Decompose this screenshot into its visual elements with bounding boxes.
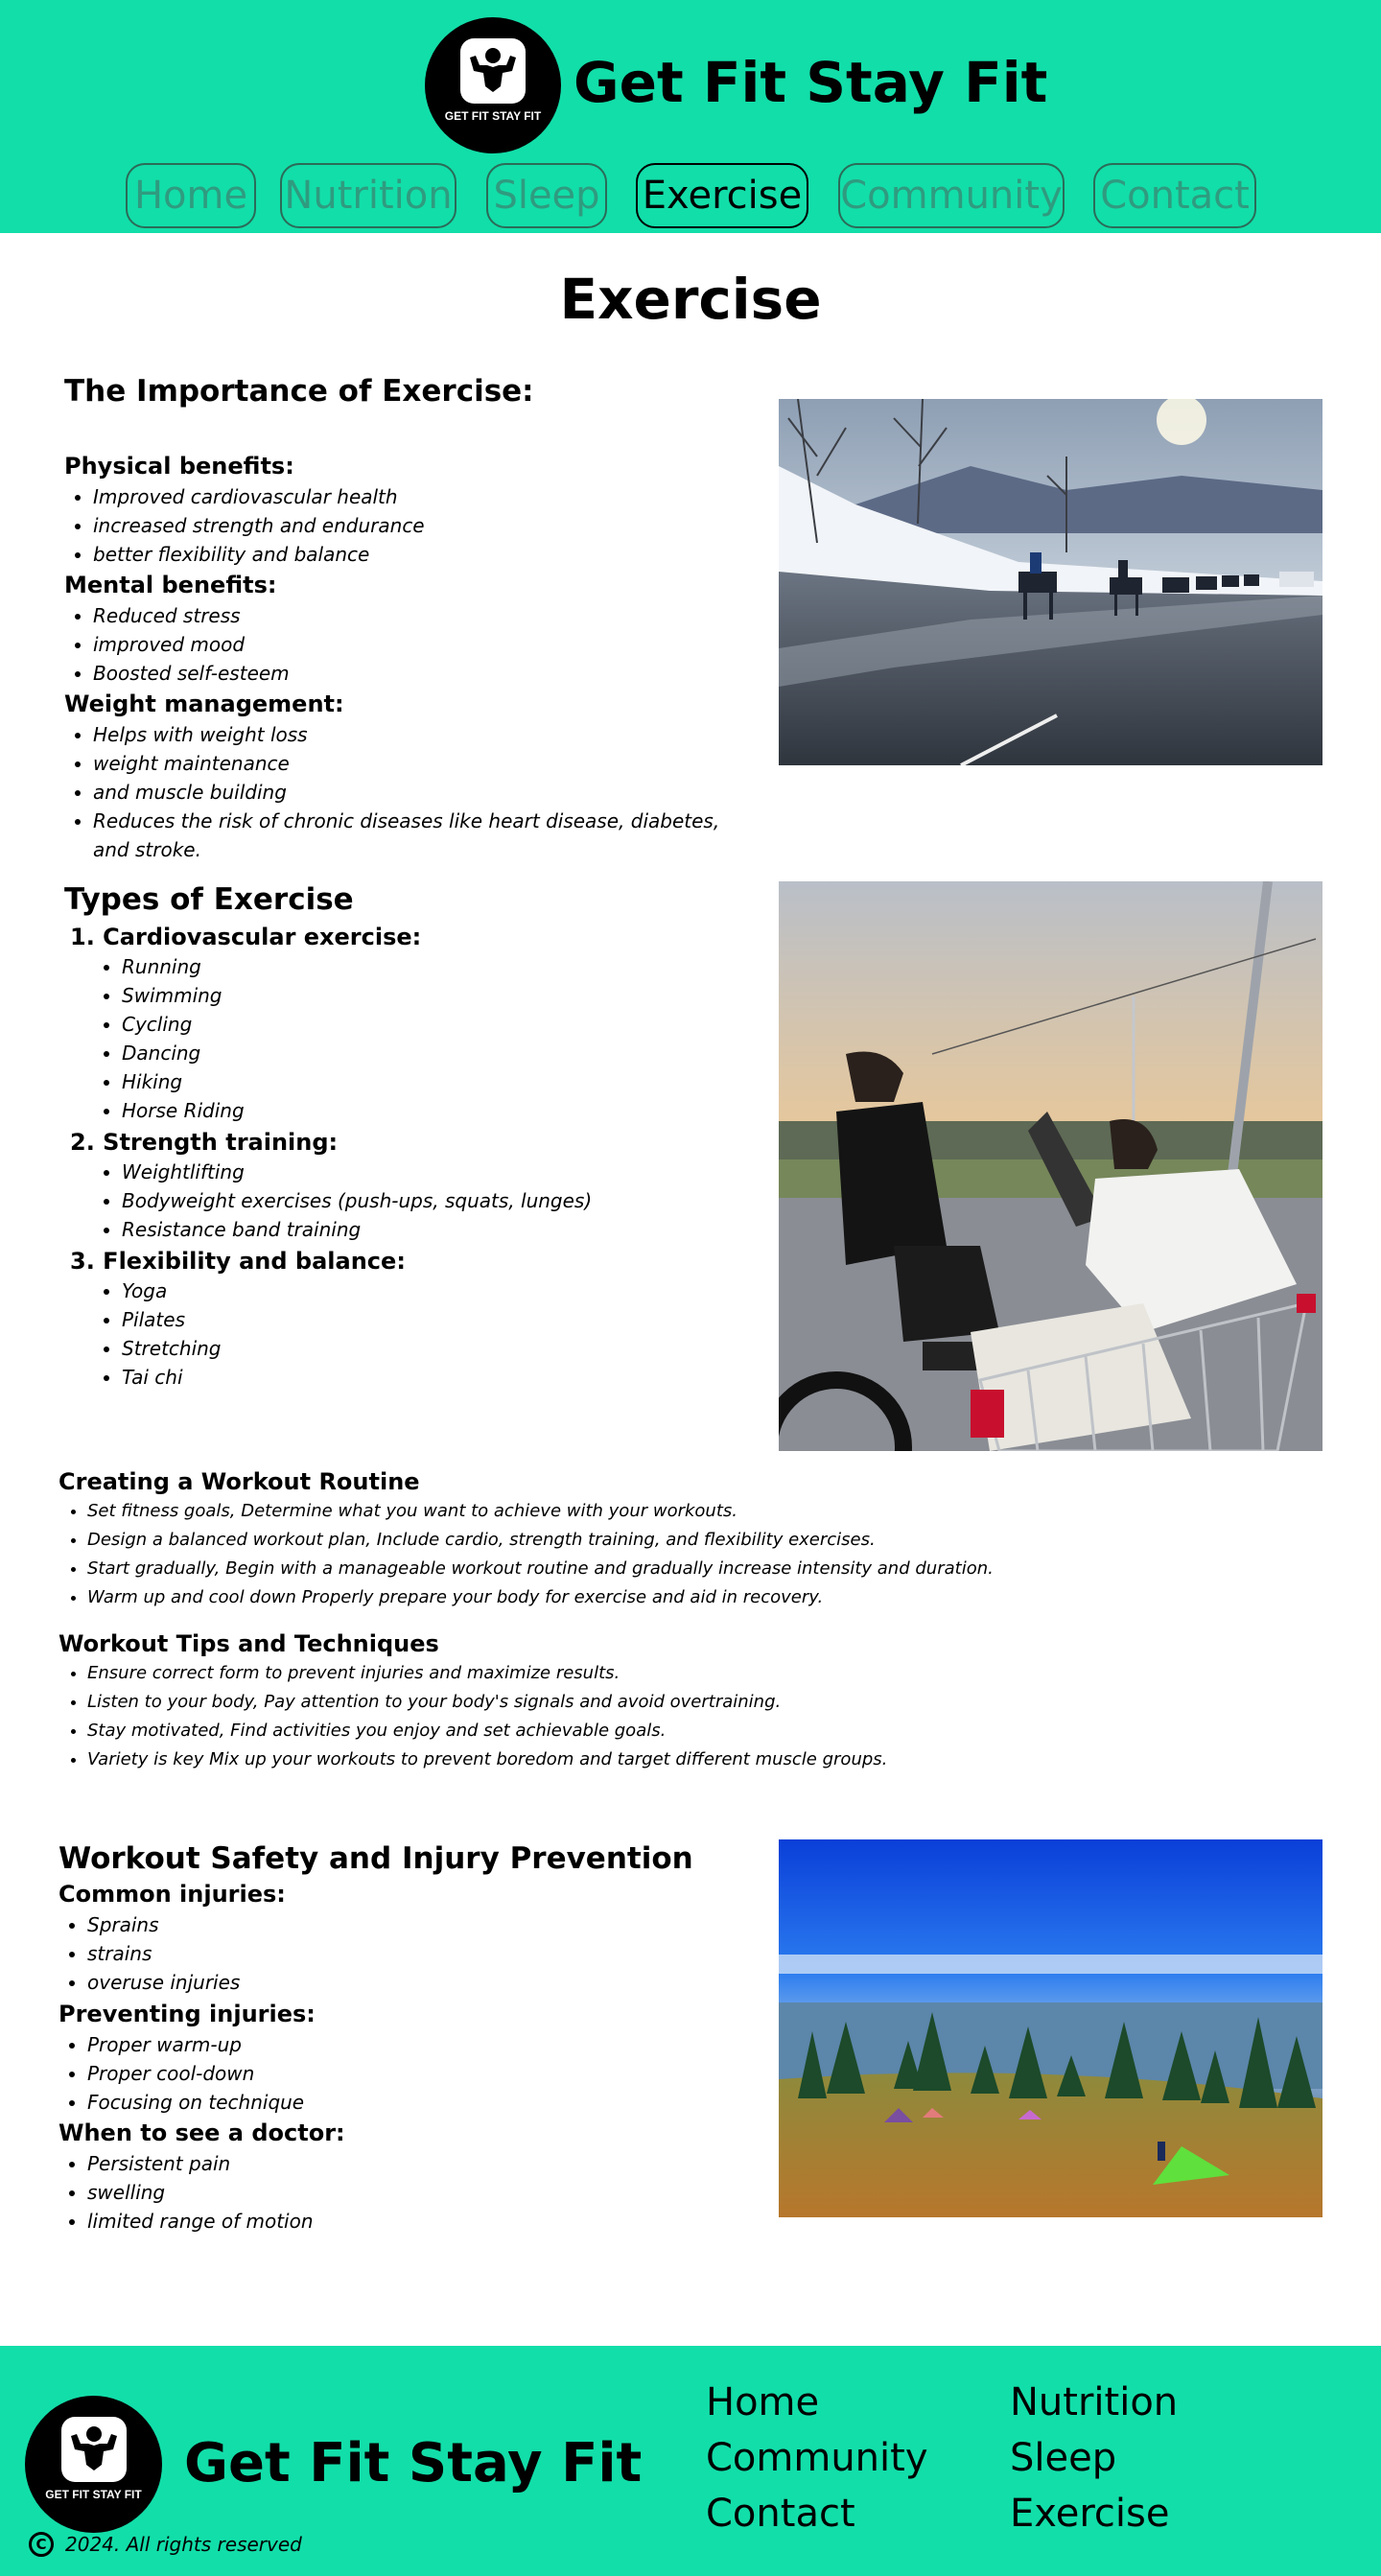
horse-riding-photo [779,399,1322,765]
weight-management-title: Weight management: [64,691,344,717]
strength-title-text: Strength training: [103,1129,339,1156]
logo-text: GET FIT STAY FIT [45,2488,142,2501]
camping-photo [779,1839,1322,2217]
bodybuilder-icon [470,48,516,92]
nav-community[interactable]: Community [838,163,1065,228]
nav-nutrition[interactable]: Nutrition [280,163,456,228]
see-doctor-title: When to see a doctor: [59,2119,345,2146]
common-injuries-title: Common injuries: [59,1881,286,1908]
list-item: Weightlifting [122,1158,745,1186]
flexibility-list: Yoga Pilates Stretching Tai chi [122,1276,697,1392]
list-item: Ensure correct form to prevent injuries … [87,1659,1334,1688]
cardio-title-text: Cardiovascular exercise: [103,924,422,950]
list-item: Cycling [122,1010,697,1039]
list-item: and muscle building [93,778,745,807]
copyright-icon: C [29,2532,54,2557]
copyright-text: 2024. All rights reserved [65,2533,302,2556]
list-item: better flexibility and balance [93,540,745,569]
list-item: Swimming [122,981,697,1010]
mental-benefits-list: Reduced stress improved mood Boosted sel… [93,601,745,688]
tips-title: Workout Tips and Techniques [59,1630,439,1657]
list-item: Sprains [87,1910,663,1939]
footer-logo[interactable]: GET FIT STAY FIT [25,2396,162,2533]
safety-title: Workout Safety and Injury Prevention [59,1841,693,1876]
list-item: Tai chi [122,1363,697,1392]
common-injuries-list: Sprains strains overuse injuries [87,1910,663,1997]
flexibility-title-text: Flexibility and balance: [103,1248,406,1275]
list-item: Stay motivated, Find activities you enjo… [87,1717,1334,1745]
tips-list: Ensure correct form to prevent injuries … [87,1659,1334,1774]
list-item: increased strength and endurance [93,511,745,540]
types-title: Types of Exercise [64,882,354,917]
footer-link-community[interactable]: Community [706,2436,928,2480]
footer-link-exercise[interactable]: Exercise [1010,2492,1169,2536]
physical-benefits-list: Improved cardiovascular health increased… [93,482,745,569]
flexibility-title: 3. Flexibility and balance: [70,1248,406,1275]
importance-title: The Importance of Exercise: [64,374,534,409]
cardio-list: Running Swimming Cycling Dancing Hiking … [122,952,697,1125]
nav-home[interactable]: Home [126,163,256,228]
brand-name[interactable]: Get Fit Stay Fit [573,50,1047,115]
list-item: swelling [87,2178,663,2207]
footer-link-sleep[interactable]: Sleep [1010,2436,1116,2480]
brand-logo[interactable]: GET FIT STAY FIT [425,17,561,153]
list-item: Listen to your body, Pay attention to yo… [87,1688,1334,1717]
preventing-injuries-title: Preventing injuries: [59,2001,316,2027]
list-item: Horse Riding [122,1096,697,1125]
list-item: overuse injuries [87,1968,663,1997]
footer-link-nutrition[interactable]: Nutrition [1010,2380,1178,2424]
list-item: Pilates [122,1305,697,1334]
list-item: Start gradually, Begin with a manageable… [87,1555,1334,1583]
footer-brand-name[interactable]: Get Fit Stay Fit [184,2432,642,2494]
list-item: Bodyweight exercises (push-ups, squats, … [122,1186,745,1215]
routine-list: Set fitness goals, Determine what you wa… [87,1497,1334,1612]
list-item: Running [122,952,697,981]
list-item: Helps with weight loss [93,720,745,749]
list-item: strains [87,1939,663,1968]
list-item: Resistance band training [122,1215,745,1244]
list-item: Reduces the risk of chronic diseases lik… [93,807,745,864]
friends-sunset-photo [779,881,1322,1451]
routine-title: Creating a Workout Routine [59,1468,420,1495]
see-doctor-list: Persistent pain swelling limited range o… [87,2149,663,2236]
list-item: Variety is key Mix up your workouts to p… [87,1745,1334,1774]
list-item: Persistent pain [87,2149,663,2178]
list-item: improved mood [93,630,745,659]
physical-benefits-title: Physical benefits: [64,453,294,480]
nav-exercise[interactable]: Exercise [636,163,808,228]
list-item: Set fitness goals, Determine what you wa… [87,1497,1334,1526]
copyright: C 2024. All rights reserved [29,2532,302,2557]
strength-title: 2. Strength training: [70,1129,339,1156]
footer-link-home[interactable]: Home [706,2380,819,2424]
weight-management-list: Helps with weight loss weight maintenanc… [93,720,745,864]
list-item: Dancing [122,1039,697,1067]
bodybuilder-icon [70,2426,117,2471]
list-item: Proper warm-up [87,2030,663,2059]
list-item: Boosted self-esteem [93,659,745,688]
cardio-title: 1. Cardiovascular exercise: [70,924,422,950]
footer-link-contact[interactable]: Contact [706,2492,855,2536]
list-item: Stretching [122,1334,697,1363]
list-item: Design a balanced workout plan, Include … [87,1526,1334,1555]
site-header: GET FIT STAY FIT Get Fit Stay Fit Home N… [0,0,1381,233]
list-item: Warm up and cool down Properly prepare y… [87,1583,1334,1612]
nav-sleep[interactable]: Sleep [486,163,607,228]
logo-text: GET FIT STAY FIT [444,109,542,123]
strength-list: Weightlifting Bodyweight exercises (push… [122,1158,745,1244]
preventing-injuries-list: Proper warm-up Proper cool-down Focusing… [87,2030,663,2117]
list-item: limited range of motion [87,2207,663,2236]
list-item: Focusing on technique [87,2088,663,2117]
list-item: Proper cool-down [87,2059,663,2088]
list-item: Improved cardiovascular health [93,482,745,511]
list-item: weight maintenance [93,749,745,778]
list-item: Reduced stress [93,601,745,630]
nav-contact[interactable]: Contact [1093,163,1256,228]
mental-benefits-title: Mental benefits: [64,572,277,598]
list-item: Hiking [122,1067,697,1096]
list-item: Yoga [122,1276,697,1305]
page-title: Exercise [559,267,822,332]
